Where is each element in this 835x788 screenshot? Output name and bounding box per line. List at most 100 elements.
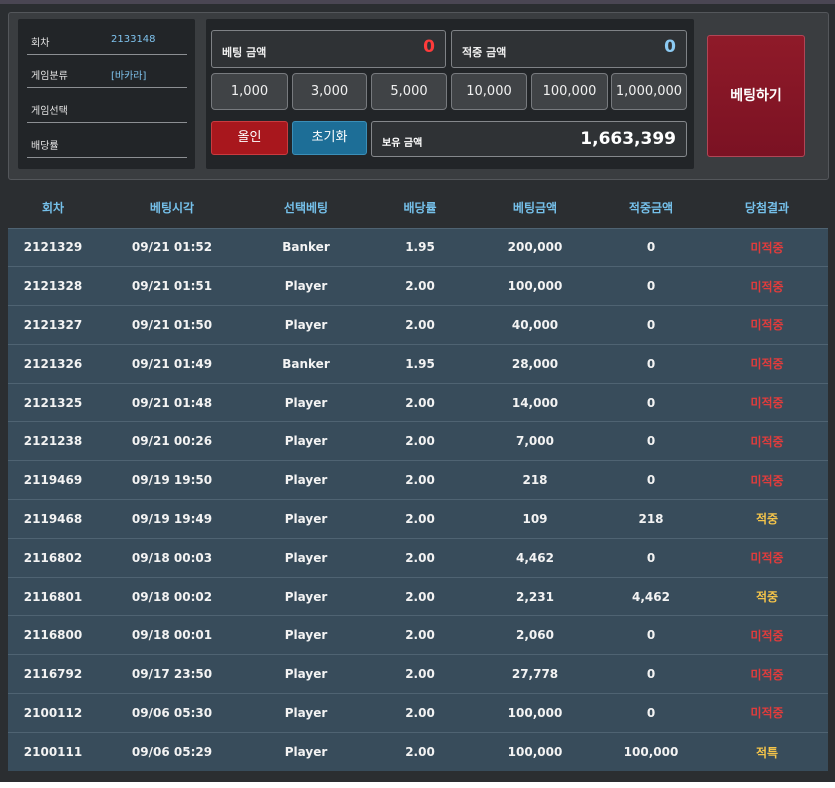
balance-box: 보유 금액 1,663,399: [371, 121, 687, 157]
cell-selection: Player: [246, 654, 366, 694]
info-value: [바카라]: [111, 71, 147, 82]
cell-selection: Player: [246, 266, 366, 306]
cell-selection: Banker: [246, 343, 366, 384]
cell-bet-time: 09/18 00:01: [98, 615, 246, 655]
cell-bet-amount: 7,000: [474, 421, 596, 461]
chip-5000-button[interactable]: 5,000: [371, 73, 447, 110]
header-win-amount: 적중금액: [596, 188, 706, 228]
info-value: 2133148: [111, 34, 156, 45]
cell-round: 2121327: [8, 305, 98, 345]
cell-bet-time: 09/21 01:51: [98, 266, 246, 306]
win-amount-value: 0: [664, 37, 676, 57]
cell-selection: Player: [246, 615, 366, 655]
cell-bet-time: 09/18 00:02: [98, 576, 246, 616]
cell-bet-amount: 14,000: [474, 382, 596, 422]
cell-bet-time: 09/21 00:26: [98, 421, 246, 461]
cell-result: 미적중: [706, 305, 828, 345]
chip-1000000-button[interactable]: 1,000,000: [611, 73, 687, 110]
table-row: 2116802 09/18 00:03 Player 2.00 4,462 0 미적중: [8, 537, 828, 578]
bet-amount-value: 0: [423, 37, 435, 57]
cell-bet-time: 09/21 01:49: [98, 343, 246, 384]
cell-win-amount: 0: [596, 693, 706, 733]
reset-button[interactable]: 초기화: [292, 121, 367, 155]
header-selection: 선택베팅: [246, 188, 366, 228]
cell-result: 미적중: [706, 615, 828, 655]
cell-bet-amount: 109: [474, 499, 596, 539]
cell-bet-amount: 2,231: [474, 576, 596, 616]
cell-bet-amount: 100,000: [474, 266, 596, 306]
cell-result: 적특: [706, 731, 828, 772]
info-label: 배당률: [31, 141, 59, 152]
chip-1000-button[interactable]: 1,000: [211, 73, 288, 110]
balance-value: 1,663,399: [580, 129, 676, 149]
cell-round: 2121325: [8, 382, 98, 422]
table-row: 2119469 09/19 19:50 Player 2.00 218 0 미적중: [8, 460, 828, 500]
cell-win-amount: 0: [596, 615, 706, 655]
table-row: 2121329 09/21 01:52 Banker 1.95 200,000 0 미적중: [8, 227, 828, 267]
info-row-category: 게임분류 [바카라]: [27, 56, 187, 88]
cell-selection: Player: [246, 576, 366, 616]
cell-round: 2116800: [8, 615, 98, 655]
cell-odds: 2.00: [366, 576, 474, 616]
cell-odds: 2.00: [366, 537, 474, 578]
cell-selection: Player: [246, 382, 366, 422]
cell-bet-time: 09/21 01:48: [98, 382, 246, 422]
win-amount-box: 적중 금액 0: [451, 30, 687, 68]
cell-result: 적중: [706, 576, 828, 616]
header-result: 당첨결과: [706, 188, 828, 228]
cell-win-amount: 0: [596, 421, 706, 461]
cell-round: 2116792: [8, 654, 98, 694]
cell-result: 미적중: [706, 537, 828, 578]
win-amount-label: 적중 금액: [462, 46, 507, 59]
cell-round: 2116801: [8, 576, 98, 616]
header-odds: 배당률: [366, 188, 474, 228]
chip-3000-button[interactable]: 3,000: [292, 73, 367, 110]
bet-amount-box: 베팅 금액 0: [211, 30, 446, 68]
info-row-round: 회차 2133148: [27, 23, 187, 55]
allin-button[interactable]: 올인: [211, 121, 288, 155]
cell-win-amount: 0: [596, 343, 706, 384]
table-row: 2121325 09/21 01:48 Player 2.00 14,000 0 미적중: [8, 382, 828, 422]
bet-amount-label: 베팅 금액: [222, 46, 267, 59]
table-row: 2121238 09/21 00:26 Player 2.00 7,000 0 미적중: [8, 421, 828, 461]
table-row: 2119468 09/19 19:49 Player 2.00 109 218 적중: [8, 499, 828, 539]
cell-selection: Player: [246, 460, 366, 500]
cell-odds: 2.00: [366, 382, 474, 422]
cell-odds: 2.00: [366, 731, 474, 772]
cell-result: 미적중: [706, 460, 828, 500]
cell-win-amount: 0: [596, 382, 706, 422]
cell-result: 미적중: [706, 654, 828, 694]
cell-round: 2121329: [8, 227, 98, 267]
cell-win-amount: 0: [596, 654, 706, 694]
table-row: 2116800 09/18 00:01 Player 2.00 2,060 0 미적중: [8, 615, 828, 655]
cell-round: 2121328: [8, 266, 98, 306]
place-bet-button[interactable]: 베팅하기: [707, 35, 805, 157]
cell-bet-amount: 218: [474, 460, 596, 500]
cell-win-amount: 0: [596, 266, 706, 306]
cell-bet-time: 09/21 01:50: [98, 305, 246, 345]
cell-odds: 1.95: [366, 227, 474, 267]
cell-win-amount: 218: [596, 499, 706, 539]
info-row-odds: 배당률: [27, 126, 187, 158]
cell-bet-time: 09/17 23:50: [98, 654, 246, 694]
table-row: 2121328 09/21 01:51 Player 2.00 100,000 0 미적중: [8, 266, 828, 306]
cell-bet-amount: 100,000: [474, 731, 596, 772]
cell-odds: 2.00: [366, 654, 474, 694]
cell-selection: Player: [246, 537, 366, 578]
cell-bet-time: 09/06 05:30: [98, 693, 246, 733]
chip-100000-button[interactable]: 100,000: [531, 73, 608, 110]
game-info-box: 회차 2133148 게임분류 [바카라] 게임선택 배당률: [18, 19, 195, 169]
header-bet-amount: 베팅금액: [474, 188, 596, 228]
bet-history-table: 회차 베팅시각 선택베팅 배당률 베팅금액 적중금액 당첨결과 2121329 0…: [8, 188, 828, 772]
cell-result: 미적중: [706, 227, 828, 267]
cell-bet-amount: 100,000: [474, 693, 596, 733]
table-row: 2100112 09/06 05:30 Player 2.00 100,000 0 미적중: [8, 693, 828, 733]
cell-win-amount: 0: [596, 305, 706, 345]
cell-bet-amount: 28,000: [474, 343, 596, 384]
cell-result: 미적중: [706, 343, 828, 384]
chip-10000-button[interactable]: 10,000: [451, 73, 527, 110]
cell-round: 2116802: [8, 537, 98, 578]
table-row: 2116801 09/18 00:02 Player 2.00 2,231 4,462 적중: [8, 576, 828, 616]
table-body: 2121329 09/21 01:52 Banker 1.95 200,000 0 미적중 2…: [8, 227, 828, 772]
cell-selection: Player: [246, 731, 366, 772]
